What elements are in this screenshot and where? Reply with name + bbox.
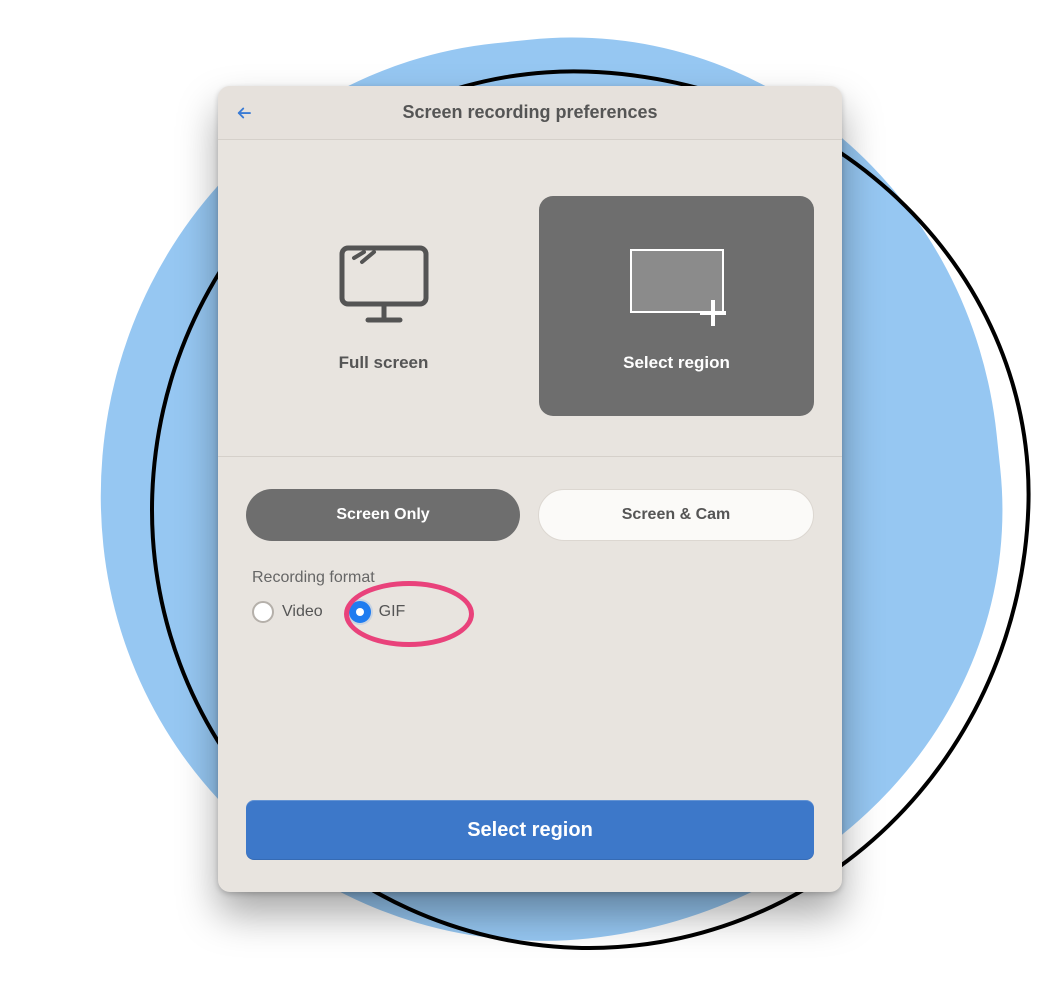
format-gif-label[interactable]: GIF — [379, 603, 406, 621]
recording-format-label: Recording format — [252, 569, 814, 587]
dialog-title: Screen recording preferences — [402, 102, 657, 123]
recording-format-options: Video GIF — [252, 601, 814, 623]
format-video-label[interactable]: Video — [282, 603, 323, 621]
back-button[interactable] — [234, 103, 254, 123]
capture-mode-row: Full screen Select region — [218, 140, 842, 457]
titlebar: Screen recording preferences — [218, 86, 842, 140]
primary-action-label: Select region — [467, 819, 593, 841]
mode-full-screen-label: Full screen — [339, 353, 429, 373]
source-screen-and-cam-label: Screen & Cam — [622, 506, 731, 524]
source-screen-and-cam[interactable]: Screen & Cam — [538, 489, 814, 541]
mode-full-screen[interactable]: Full screen — [246, 196, 521, 416]
source-toggle-row: Screen Only Screen & Cam — [218, 457, 842, 541]
recording-format-section: Recording format Video GIF — [218, 541, 842, 623]
format-video-radio[interactable] — [252, 601, 274, 623]
source-screen-only-label: Screen Only — [336, 506, 429, 524]
source-screen-only[interactable]: Screen Only — [246, 489, 520, 541]
format-gif-radio[interactable] — [349, 601, 371, 623]
monitor-icon — [334, 240, 434, 335]
mode-select-region-label: Select region — [623, 353, 730, 373]
dialog-footer: Select region — [218, 800, 842, 892]
preferences-dialog: Screen recording preferences Full screen — [218, 86, 842, 892]
region-icon — [617, 240, 737, 335]
mode-select-region[interactable]: Select region — [539, 196, 814, 416]
primary-action-button[interactable]: Select region — [246, 800, 814, 860]
arrow-left-icon — [235, 104, 253, 122]
